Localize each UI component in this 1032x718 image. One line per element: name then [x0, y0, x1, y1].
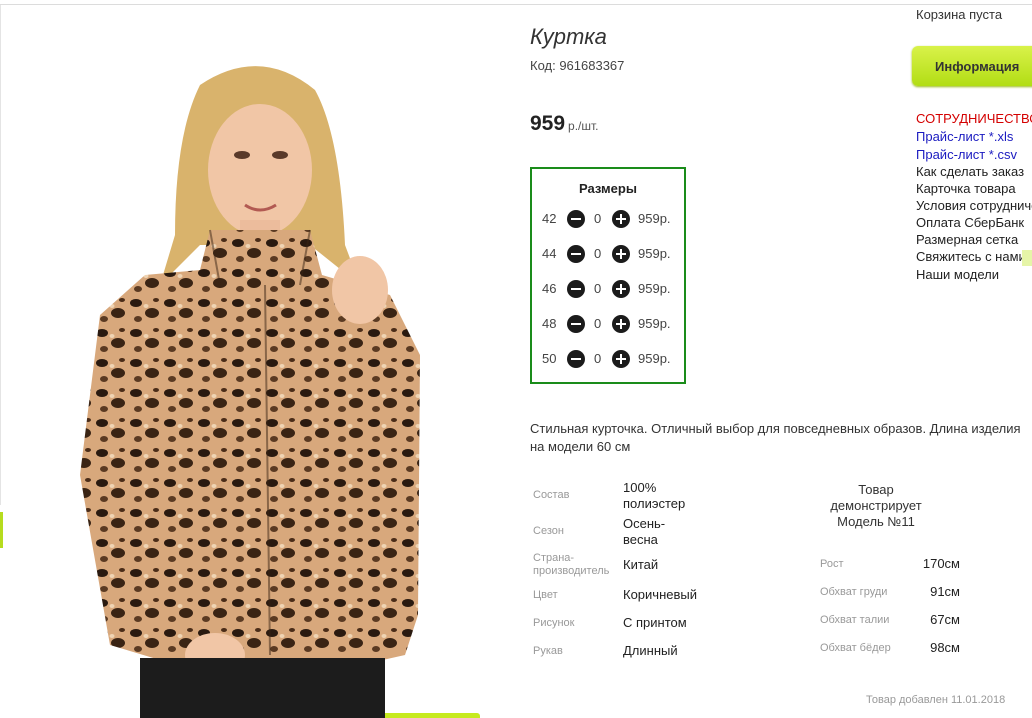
plus-icon[interactable] — [612, 315, 630, 333]
sizes-heading: Размеры — [579, 181, 637, 196]
plus-icon[interactable] — [612, 350, 630, 368]
property-label: Страна-производитель — [533, 552, 610, 577]
model-param-label: Рост — [820, 558, 844, 570]
size-row: 48 0 959р. — [532, 313, 684, 335]
model-param-value: 67см — [930, 612, 960, 627]
property-value: Коричневый — [623, 587, 697, 602]
size-row: 46 0 959р. — [532, 278, 684, 300]
size-price: 959р. — [638, 281, 671, 296]
sizes-box: Размеры 42 0 959р. 44 0 959р. 46 0 959р.… — [530, 167, 686, 384]
product-description: Стильная курточка. Отличный выбор для по… — [530, 421, 1021, 454]
added-date: Товар добавлен 11.01.2018 — [866, 694, 1006, 706]
product-code: Код: 961683367 — [530, 58, 625, 73]
size-number: 46 — [542, 281, 557, 296]
size-quantity: 0 — [594, 211, 602, 226]
property-label: Рисунок — [533, 617, 575, 629]
plus-icon[interactable] — [612, 210, 630, 228]
price-value: 959 — [530, 112, 566, 135]
size-quantity: 0 — [594, 316, 602, 331]
size-quantity: 0 — [594, 351, 602, 366]
sidebar-link-product-card[interactable]: Карточка товара — [916, 181, 1016, 196]
size-quantity: 0 — [594, 246, 602, 261]
price-unit: р./шт. — [568, 119, 599, 133]
property-value: С принтом — [623, 615, 687, 630]
left-divider — [0, 5, 1, 505]
left-accent-tab[interactable] — [0, 512, 3, 548]
minus-icon[interactable] — [567, 245, 585, 263]
cart-status[interactable]: Корзина пуста — [916, 7, 1002, 22]
size-number: 50 — [542, 351, 557, 366]
product-price: 959 р./шт. — [530, 112, 599, 136]
minus-icon[interactable] — [567, 315, 585, 333]
model-param-label: Обхват бёдер — [820, 642, 891, 654]
info-button-label: Информация — [935, 59, 1020, 74]
property-value: Китай — [623, 557, 659, 572]
property-value: Осень-весна — [623, 516, 666, 547]
plus-icon[interactable] — [612, 280, 630, 298]
minus-icon[interactable] — [567, 280, 585, 298]
sidebar-link-cooperation[interactable]: СОТРУДНИЧЕСТВО — [916, 111, 1032, 126]
property-label: Рукав — [533, 645, 563, 657]
size-price: 959р. — [638, 246, 671, 261]
size-row: 44 0 959р. — [532, 243, 684, 265]
model-param-value: 91см — [930, 584, 960, 599]
sidebar-link-size-chart[interactable]: Размерная сетка — [916, 232, 1018, 247]
product-photo[interactable] — [60, 55, 460, 718]
property-label: Цвет — [533, 589, 558, 601]
product-title: Куртка — [530, 24, 607, 49]
sidebar-link-contact[interactable]: Свяжитесь с нами — [916, 249, 1026, 264]
plus-icon[interactable] — [612, 245, 630, 263]
size-quantity: 0 — [594, 281, 602, 296]
property-value: Длинный — [623, 643, 678, 658]
model-param-value: 170см — [922, 556, 960, 571]
top-divider — [0, 4, 1032, 5]
sidebar-link-price-csv[interactable]: Прайс-лист *.csv — [916, 147, 1017, 162]
minus-icon[interactable] — [567, 210, 585, 228]
model-param-label: Обхват груди — [820, 586, 888, 598]
model-param-label: Обхват талии — [820, 614, 890, 626]
property-label: Состав — [533, 489, 570, 501]
sidebar-link-how-to-order[interactable]: Как сделать заказ — [916, 164, 1024, 179]
sidebar-link-payment[interactable]: Оплата СберБанк — [916, 215, 1024, 230]
property-label: Сезон — [533, 525, 564, 537]
sidebar-link-models[interactable]: Наши модели — [916, 267, 999, 282]
size-price: 959р. — [638, 211, 671, 226]
model-param-value: 98см — [930, 640, 960, 655]
size-row: 50 0 959р. — [532, 348, 684, 370]
size-number: 42 — [542, 211, 557, 226]
property-value: 100% полиэстер — [623, 480, 686, 511]
size-number: 44 — [542, 246, 557, 261]
size-price: 959р. — [638, 316, 671, 331]
size-row: 42 0 959р. — [532, 208, 684, 230]
minus-icon[interactable] — [567, 350, 585, 368]
model-heading: Товар демонстрирует Модель №11 — [830, 482, 922, 529]
info-button[interactable]: Информация — [912, 46, 1032, 86]
size-number: 48 — [542, 316, 557, 331]
sidebar-edge-marker — [1022, 250, 1032, 266]
sidebar-link-price-xls[interactable]: Прайс-лист *.xls — [916, 129, 1013, 144]
size-price: 959р. — [638, 351, 671, 366]
sidebar-link-terms[interactable]: Условия сотрудничества — [916, 198, 1032, 213]
